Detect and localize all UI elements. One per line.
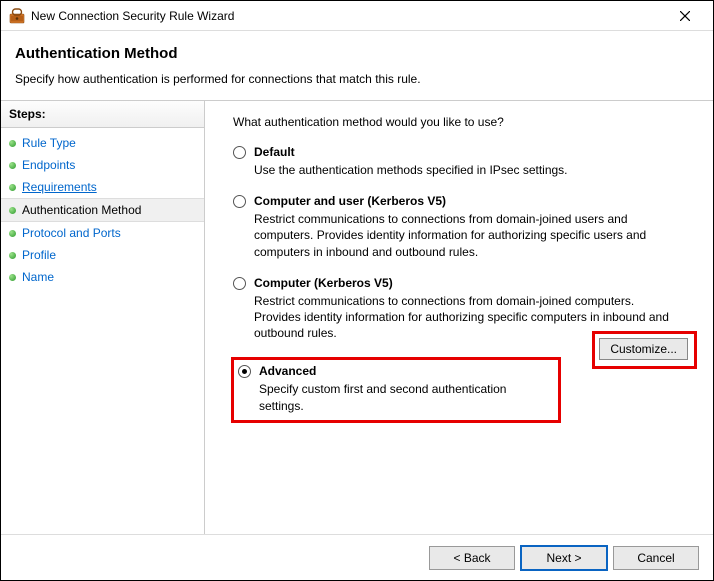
steps-list: Rule Type Endpoints Requirements Authent… — [1, 128, 204, 292]
option-label: Computer and user (Kerberos V5) — [254, 194, 446, 208]
footer: < Back Next > Cancel — [1, 534, 713, 580]
option-desc: Restrict communications to connections f… — [254, 211, 684, 260]
next-button[interactable]: Next > — [521, 546, 607, 570]
bullet-icon — [9, 140, 16, 147]
bullet-icon — [9, 274, 16, 281]
option-computer-and-user: Computer and user (Kerberos V5) Restrict… — [233, 194, 695, 260]
header: Authentication Method Specify how authen… — [1, 31, 713, 100]
step-requirements[interactable]: Requirements — [1, 176, 204, 198]
option-advanced: Advanced Specify custom first and second… — [238, 364, 552, 413]
bullet-icon — [9, 252, 16, 259]
content-panel: What authentication method would you lik… — [205, 101, 713, 534]
step-label: Authentication Method — [22, 203, 141, 217]
option-default: Default Use the authentication methods s… — [233, 145, 695, 178]
body: Steps: Rule Type Endpoints Requirements … — [1, 100, 713, 534]
option-desc: Specify custom first and second authenti… — [259, 381, 552, 413]
page-title: Authentication Method — [15, 45, 699, 62]
highlight-customize: Customize... — [592, 331, 697, 369]
option-label: Computer (Kerberos V5) — [254, 276, 393, 290]
bullet-icon — [9, 184, 16, 191]
steps-label: Steps: — [1, 101, 204, 128]
step-profile[interactable]: Profile — [1, 244, 204, 266]
close-icon — [680, 11, 690, 21]
titlebar: New Connection Security Rule Wizard — [1, 1, 713, 31]
back-button[interactable]: < Back — [429, 546, 515, 570]
window-title: New Connection Security Rule Wizard — [31, 9, 665, 23]
step-authentication-method[interactable]: Authentication Method — [1, 198, 204, 222]
bullet-icon — [9, 230, 16, 237]
step-label: Endpoints — [22, 158, 75, 172]
bullet-icon — [9, 207, 16, 214]
cancel-button[interactable]: Cancel — [613, 546, 699, 570]
option-label: Advanced — [259, 364, 316, 378]
step-label: Protocol and Ports — [22, 226, 121, 240]
radio-computer[interactable] — [233, 277, 246, 290]
app-icon — [9, 8, 25, 24]
option-desc: Use the authentication methods specified… — [254, 162, 684, 178]
step-endpoints[interactable]: Endpoints — [1, 154, 204, 176]
wizard-window: New Connection Security Rule Wizard Auth… — [0, 0, 714, 581]
step-label: Profile — [22, 248, 56, 262]
close-button[interactable] — [665, 2, 705, 30]
steps-panel: Steps: Rule Type Endpoints Requirements … — [1, 101, 205, 534]
step-rule-type[interactable]: Rule Type — [1, 132, 204, 154]
step-label: Name — [22, 270, 54, 284]
page-subtitle: Specify how authentication is performed … — [15, 72, 699, 86]
customize-button[interactable]: Customize... — [599, 338, 688, 360]
radio-default[interactable] — [233, 146, 246, 159]
radio-computer-and-user[interactable] — [233, 195, 246, 208]
step-label: Rule Type — [22, 136, 76, 150]
bullet-icon — [9, 162, 16, 169]
step-name[interactable]: Name — [1, 266, 204, 288]
step-protocol-and-ports[interactable]: Protocol and Ports — [1, 222, 204, 244]
option-label: Default — [254, 145, 295, 159]
radio-advanced[interactable] — [238, 365, 251, 378]
content-prompt: What authentication method would you lik… — [233, 115, 695, 129]
step-label: Requirements — [22, 180, 97, 194]
highlight-advanced: Advanced Specify custom first and second… — [231, 357, 561, 422]
